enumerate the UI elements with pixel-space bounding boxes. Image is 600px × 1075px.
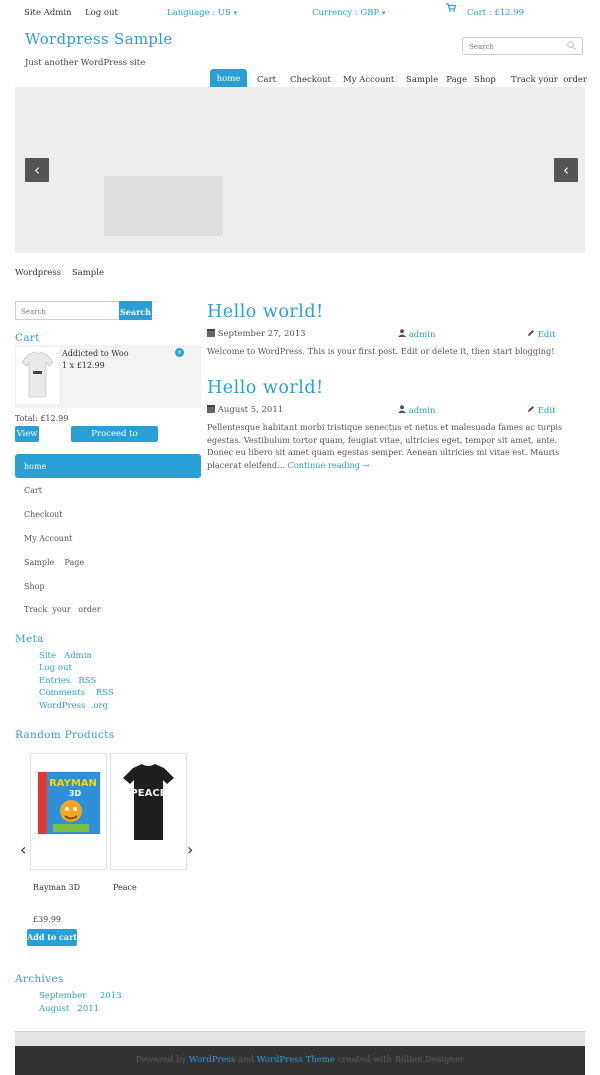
post-excerpt: Pellentesque habitant morbi tristique se… (207, 422, 563, 470)
post-author[interactable]: admin (398, 405, 435, 416)
nav-item-cart[interactable]: Cart (257, 75, 276, 85)
site-admin-link[interactable]: Site Admin (24, 8, 72, 18)
footer-text: Powered by (135, 1055, 187, 1065)
sidebar-menu-my-account[interactable]: My Account (24, 534, 72, 543)
meta-link-log-out[interactable]: Log out (39, 663, 72, 673)
caret-down-icon: ▾ (233, 9, 238, 17)
caret-down-icon: ▾ (381, 9, 386, 17)
nav-item-track-order[interactable]: Track your order (511, 75, 587, 85)
sidebar-menu-home[interactable]: home (15, 454, 201, 478)
svg-text:3D: 3D (69, 789, 82, 798)
cart-item-thumbnail[interactable] (16, 347, 59, 404)
post-title[interactable]: Hello world! (207, 378, 324, 398)
add-to-cart-button[interactable]: Add to cart (27, 929, 77, 946)
calendar-icon (207, 405, 215, 413)
product-name-rayman[interactable]: Rayman 3D (33, 883, 80, 892)
meta-link-entries-rss[interactable]: Entries RSS (39, 676, 96, 686)
meta-widget-title: Meta (15, 633, 44, 645)
sidebar-menu-shop[interactable]: Shop (24, 582, 45, 591)
chevron-left-icon: ‹ (563, 161, 569, 179)
footer-text: and (237, 1055, 254, 1065)
footer-wordpress-link[interactable]: WordPress (189, 1055, 235, 1065)
sidebar-search-placeholder: Search (21, 308, 46, 316)
breadcrumb[interactable]: Wordpress Sample (15, 268, 104, 278)
slider-prev-button[interactable]: ‹ (25, 158, 49, 182)
nav-item-my-account[interactable]: My Account (343, 75, 394, 85)
post-title[interactable]: Hello world! (207, 302, 324, 322)
post-edit-link[interactable]: Edit (527, 329, 555, 340)
header-search-input[interactable]: Search (462, 37, 583, 55)
search-placeholder: Search (469, 43, 494, 51)
sidebar-menu-cart[interactable]: Cart (24, 486, 42, 495)
post-edit-link[interactable]: Edit (527, 405, 555, 416)
post-author[interactable]: admin (398, 329, 435, 340)
sidebar-menu-checkout[interactable]: Checkout (24, 510, 63, 519)
product-price-rayman: £39.99 (33, 915, 61, 924)
product-card-peace[interactable]: PEACE (110, 753, 187, 870)
footer-divider (15, 1031, 585, 1046)
pencil-icon (527, 406, 535, 416)
post-date: September 27, 2013 (207, 329, 306, 339)
cart-total: Total: £12.99 (15, 414, 69, 423)
product-name-peace[interactable]: Peace (113, 883, 137, 892)
view-cart-button[interactable]: View (15, 426, 39, 442)
cart-widget-title: Cart (15, 332, 40, 344)
footer-text: created with Billion Designer (337, 1055, 465, 1065)
rayman-3d-image: RAYMAN 3D (37, 771, 101, 835)
chevron-left-icon: ‹ (34, 161, 40, 179)
remove-icon[interactable]: × (175, 348, 184, 357)
site-footer: Powered by WordPress and WordPress Theme… (15, 1046, 585, 1075)
log-out-link[interactable]: Log out (85, 8, 118, 18)
archive-link-august-2011[interactable]: August 2011 (39, 1004, 99, 1014)
sidebar-menu-track-order[interactable]: Track your order (24, 605, 101, 614)
cart-icon[interactable] (446, 3, 457, 15)
peace-shirt-image: PEACE (123, 764, 174, 840)
pencil-icon (527, 330, 535, 340)
chevron-left-icon: ‹ (20, 840, 27, 859)
cart-total-link[interactable]: Cart : £12.99 (467, 8, 524, 18)
random-products-title: Random Products (15, 729, 115, 741)
calendar-icon (207, 329, 215, 337)
product-card-rayman[interactable]: RAYMAN 3D (30, 753, 107, 870)
sidebar-search-button[interactable]: Search (119, 301, 152, 320)
svg-text:RAYMAN: RAYMAN (49, 778, 97, 789)
proceed-to-checkout-button[interactable]: Proceed to Checkout (71, 426, 158, 455)
continue-reading-link[interactable]: Continue reading → (288, 460, 370, 470)
user-icon (398, 405, 406, 416)
chevron-right-icon: › (187, 840, 194, 859)
svg-text:PEACE: PEACE (130, 788, 166, 799)
meta-link-wordpress-org[interactable]: WordPress .org (39, 701, 108, 711)
products-prev-arrow[interactable]: ‹ (20, 840, 26, 859)
site-tagline: Just another WordPress site (25, 58, 146, 68)
site-title[interactable]: Wordpress Sample (25, 30, 173, 48)
nav-item-shop[interactable]: Shop (474, 75, 496, 85)
sidebar-menu-sample-page[interactable]: Sample Page (24, 558, 84, 567)
nav-item-home[interactable]: home (210, 69, 247, 88)
currency-dropdown[interactable]: Currency : GBP ▾ (312, 8, 385, 18)
language-dropdown[interactable]: Language : US ▾ (167, 8, 237, 18)
post-date: August 5, 2011 (207, 405, 283, 415)
search-icon[interactable] (567, 41, 576, 53)
meta-link-comments-rss[interactable]: Comments RSS (39, 688, 114, 698)
archives-widget-title: Archives (15, 973, 64, 985)
nav-item-checkout[interactable]: Checkout (290, 75, 331, 85)
image-slider (15, 87, 585, 253)
cart-item-name[interactable]: Addicted to Woo (62, 349, 129, 358)
nav-item-sample-page[interactable]: Sample Page (406, 75, 467, 85)
user-icon (398, 329, 406, 340)
cart-item-qty-price: 1 x £12.99 (62, 361, 105, 370)
archive-link-september-2013[interactable]: September 2013 (39, 991, 121, 1001)
slide-image-placeholder (104, 176, 223, 236)
slider-next-button[interactable]: ‹ (554, 158, 578, 182)
footer-theme-link[interactable]: WordPress Theme (257, 1055, 335, 1065)
sidebar-search-input[interactable]: Search (15, 301, 120, 320)
post-excerpt: Welcome to WordPress. This is your first… (207, 346, 555, 356)
products-next-arrow[interactable]: › (187, 840, 193, 859)
meta-link-site-admin[interactable]: Site Admin (39, 651, 92, 661)
